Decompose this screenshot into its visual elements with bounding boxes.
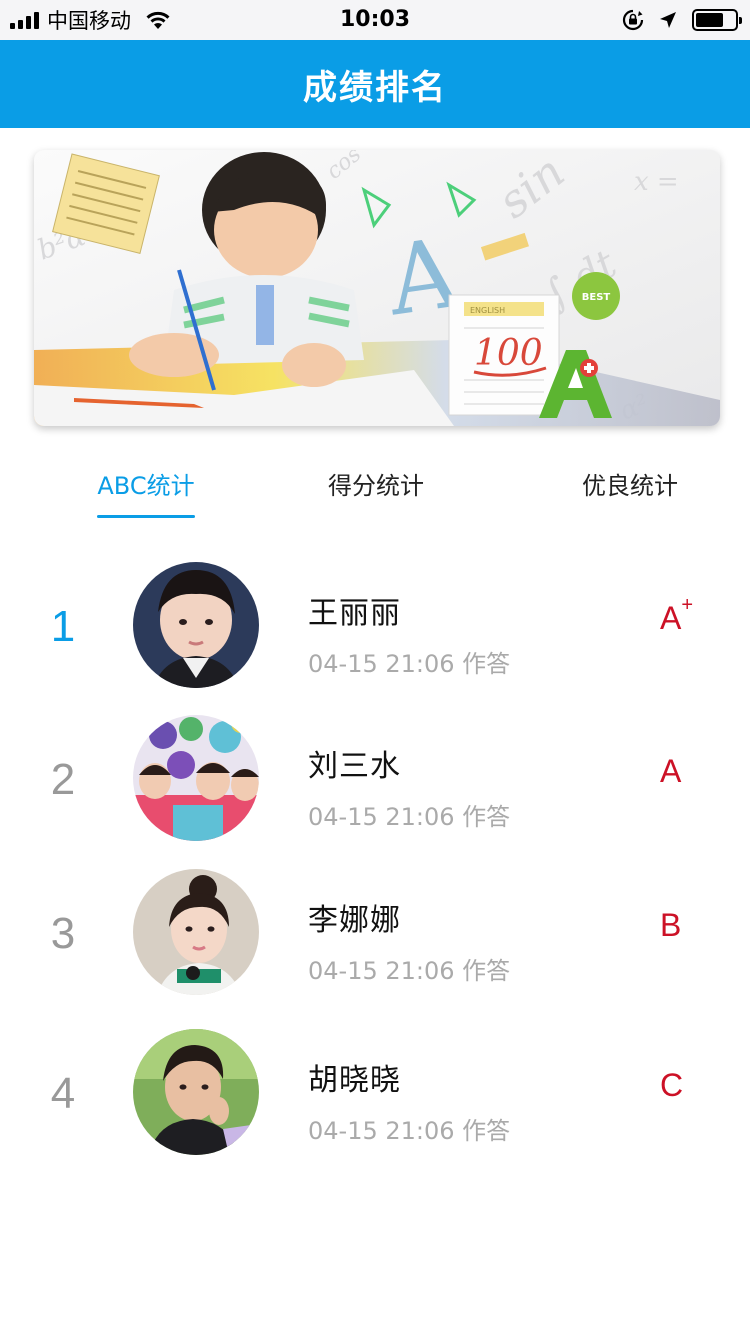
- answer-time: 04-15 21:06 作答: [308, 1117, 511, 1145]
- banner-image[interactable]: sin ∫ dt x = b²α = α² cos α: [34, 150, 720, 426]
- student-name: 李娜娜: [308, 903, 401, 938]
- student-name: 胡晓晓: [308, 1063, 401, 1098]
- nav-header: 成绩排名: [0, 40, 750, 128]
- banner-badge-text: BEST: [582, 292, 611, 303]
- avatar[interactable]: [133, 869, 259, 995]
- grade-badge: C: [660, 1067, 683, 1104]
- location-arrow-icon: [660, 12, 676, 28]
- tab-excellent-stats[interactable]: 优良统计: [576, 466, 684, 501]
- tab-bar: ABC统计 得分统计 优良统计: [0, 452, 750, 522]
- answer-time: 04-15 21:06 作答: [308, 803, 511, 831]
- banner-paper-label: ENGLISH: [470, 306, 505, 315]
- student-name: 王丽丽: [308, 596, 401, 631]
- battery-icon: [692, 9, 742, 31]
- grade-letter: A: [660, 753, 682, 789]
- battery-fill: [696, 13, 724, 27]
- grade-badge: B: [660, 907, 681, 944]
- banner-score-text: 100: [474, 333, 543, 374]
- tab-abc-stats[interactable]: ABC统计: [96, 466, 196, 501]
- grade-letter: C: [660, 1067, 684, 1103]
- grade-suffix: +: [681, 594, 694, 617]
- ranking-row[interactable]: 1 王丽丽 04-15 21:06 作答 A+: [0, 560, 750, 710]
- ranking-row[interactable]: 2 刘三水 04-15 21:06 作答 A: [0, 713, 750, 863]
- ranking-row[interactable]: 3 李娜娜 04-15 21:06 作答 B: [0, 867, 750, 1017]
- ranking-row[interactable]: 4 胡晓晓 04-15 21:06 作答 C: [0, 1027, 750, 1177]
- banner-score-paper: ENGLISH 100: [448, 294, 560, 416]
- grade-letter: A: [660, 600, 682, 636]
- avatar[interactable]: [133, 715, 259, 841]
- tab-score-stats[interactable]: 得分统计: [322, 466, 430, 501]
- status-right: [622, 8, 742, 32]
- student-name: 刘三水: [308, 749, 401, 784]
- avatar[interactable]: [133, 1029, 259, 1155]
- rank-number: 3: [50, 909, 76, 958]
- answer-time: 04-15 21:06 作答: [308, 957, 511, 985]
- status-bar: 中国移动 10:03: [0, 0, 750, 40]
- rotation-lock-icon: [622, 9, 644, 31]
- answer-time: 04-15 21:06 作答: [308, 650, 511, 678]
- rank-number: 1: [50, 602, 76, 651]
- grade-badge: A: [660, 753, 681, 790]
- banner-illustration: sin ∫ dt x = b²α = α² cos α: [34, 150, 720, 426]
- rank-number: 4: [50, 1069, 76, 1118]
- avatar[interactable]: [133, 562, 259, 688]
- grade-badge: A+: [660, 594, 693, 637]
- grade-letter: B: [660, 907, 682, 943]
- svg-text:x =: x =: [634, 167, 679, 197]
- active-tab-indicator: [97, 515, 195, 518]
- rank-number: 2: [50, 755, 76, 804]
- page-title: 成绩排名: [303, 67, 447, 108]
